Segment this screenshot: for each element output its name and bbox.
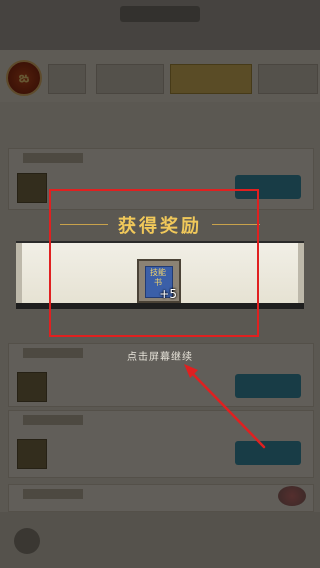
pointer-arrow-icon <box>184 364 266 449</box>
